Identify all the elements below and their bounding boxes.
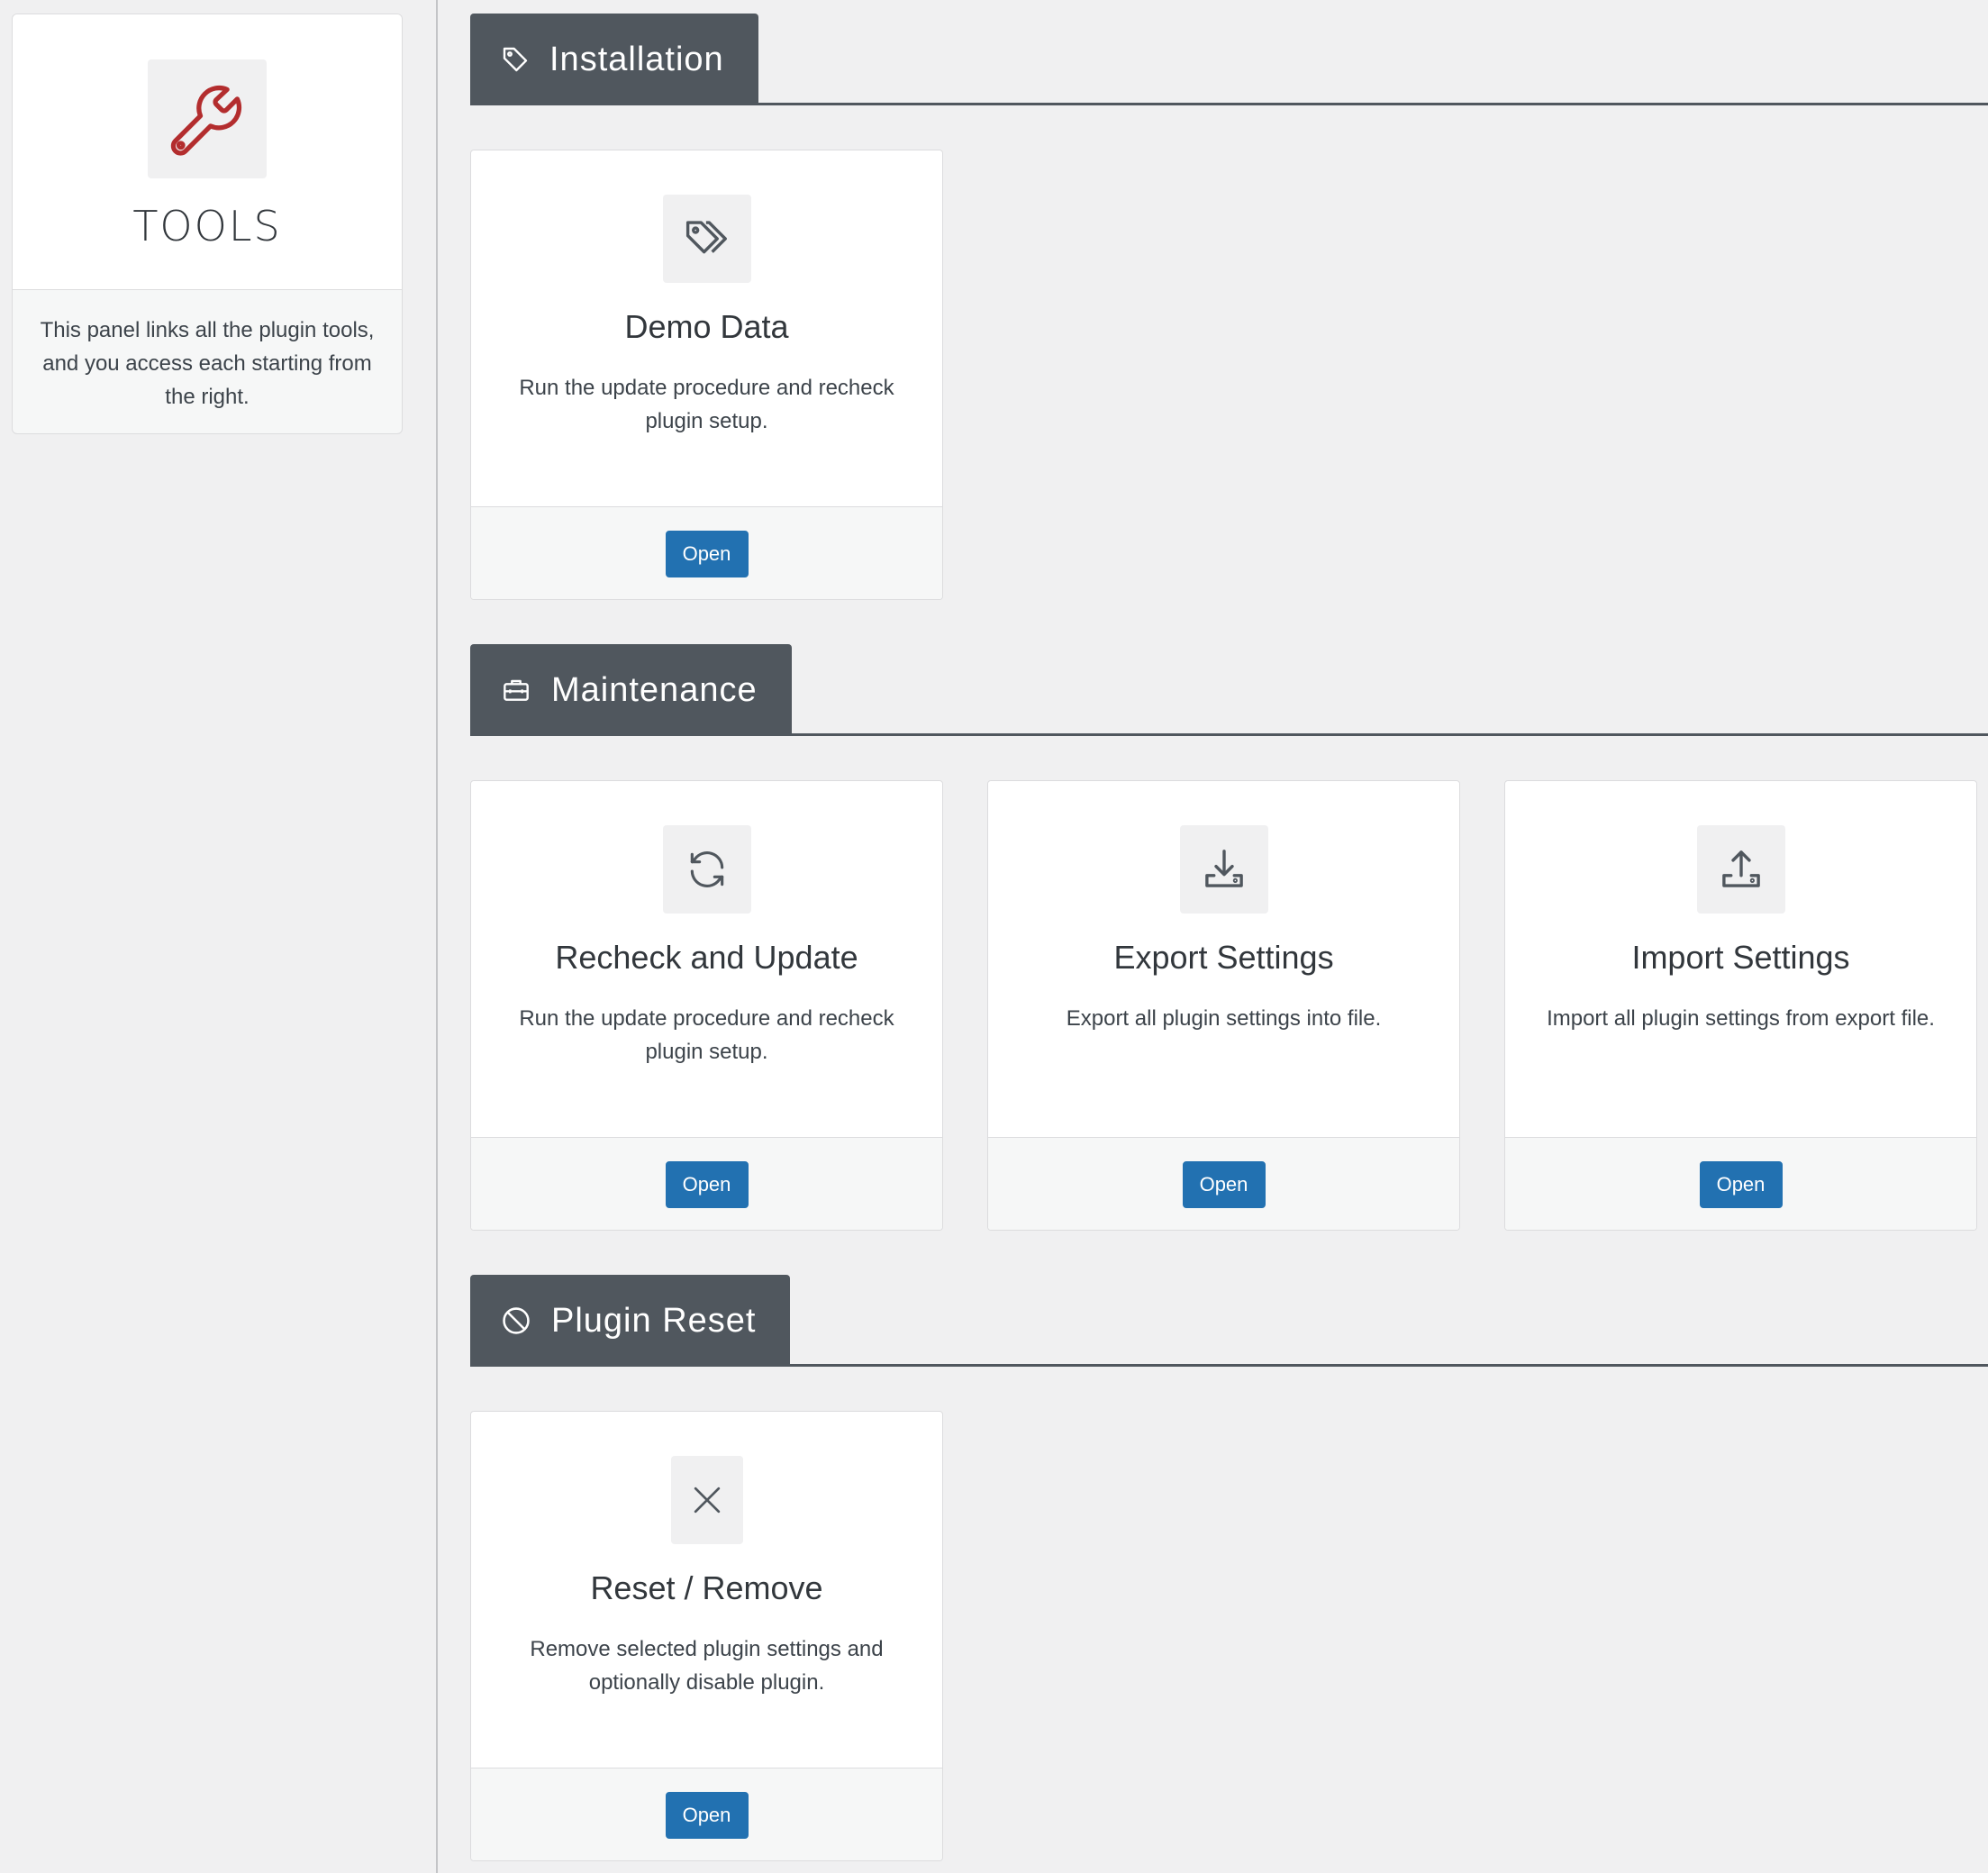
card-title: Reset / Remove (590, 1569, 823, 1606)
upload-icon (1721, 850, 1760, 887)
ban-icon (503, 1307, 530, 1334)
section-tab-plugin-reset: Plugin Reset (470, 1275, 791, 1367)
tags-icon (685, 221, 727, 254)
card-description: Export all plugin settings into file. (1066, 1006, 1382, 1031)
card-description: Run the update procedure and recheck plu… (519, 1006, 894, 1064)
section-tab-installation: Installation (470, 14, 758, 105)
card-body: Import Settings Import all plugin settin… (1505, 781, 1976, 1138)
card-title: Import Settings (1631, 939, 1850, 976)
tools-icon-box (148, 59, 267, 178)
section-label: Installation (549, 40, 724, 78)
card-title: Demo Data (624, 308, 789, 345)
tools-title: TOOLS (132, 202, 282, 250)
card-description: Import all plugin settings from export f… (1547, 1006, 1935, 1031)
tag-icon (503, 47, 528, 72)
card-title: Recheck and Update (555, 939, 858, 976)
card-icon-box (1179, 825, 1268, 914)
tool-card-demo-data: Demo Data Run the update procedure and r… (470, 150, 943, 600)
tool-card-reset-remove: Reset / Remove Remove selected plugin se… (470, 1411, 943, 1861)
card-icon-box (662, 825, 751, 914)
section-maintenance: Maintenance (470, 644, 1988, 736)
tools-description: This panel links all the plugin tools, a… (40, 318, 375, 409)
refresh-icon (690, 851, 723, 887)
toolbox-icon (504, 679, 529, 701)
tools-info-header: TOOLS (13, 14, 402, 290)
card-footer: Open (1505, 1138, 1976, 1230)
card-title: Export Settings (1113, 939, 1334, 976)
section-underline (470, 103, 1988, 105)
vertical-divider (436, 0, 438, 1873)
card-footer: Open (988, 1138, 1459, 1230)
open-demo-data-button[interactable]: Open (665, 531, 749, 577)
section-tab-maintenance: Maintenance (470, 644, 792, 736)
wrench-icon (170, 86, 242, 156)
tools-info-panel: TOOLS This panel links all the plugin to… (12, 14, 403, 434)
card-icon-box (662, 195, 751, 283)
section-label: Maintenance (551, 670, 758, 709)
section-underline (470, 1364, 1988, 1367)
section-installation: Installation (470, 14, 1988, 105)
open-reset-remove-button[interactable]: Open (665, 1792, 749, 1839)
open-import-settings-button[interactable]: Open (1699, 1161, 1783, 1208)
card-icon-box (670, 1456, 743, 1544)
card-body: Export Settings Export all plugin settin… (988, 781, 1459, 1138)
card-footer: Open (471, 1768, 942, 1860)
tool-card-export-settings: Export Settings Export all plugin settin… (987, 780, 1460, 1231)
card-footer: Open (471, 1138, 942, 1230)
open-export-settings-button[interactable]: Open (1182, 1161, 1266, 1208)
open-recheck-update-button[interactable]: Open (665, 1161, 749, 1208)
card-description: Remove selected plugin settings and opti… (530, 1637, 884, 1695)
card-icon-box (1696, 825, 1785, 914)
section-label: Plugin Reset (551, 1301, 757, 1340)
tool-card-import-settings: Import Settings Import all plugin settin… (1504, 780, 1977, 1231)
card-footer: Open (471, 507, 942, 599)
card-body: Demo Data Run the update procedure and r… (471, 150, 942, 507)
section-underline (470, 733, 1988, 736)
download-icon (1204, 850, 1243, 887)
card-body: Reset / Remove Remove selected plugin se… (471, 1412, 942, 1768)
tools-page: TOOLS This panel links all the plugin to… (0, 0, 1988, 1873)
card-body: Recheck and Update Run the update proced… (471, 781, 942, 1138)
tool-card-recheck-update: Recheck and Update Run the update proced… (470, 780, 943, 1231)
card-description: Run the update procedure and recheck plu… (519, 376, 894, 433)
close-icon (694, 1487, 720, 1514)
section-plugin-reset: Plugin Reset (470, 1275, 1988, 1367)
